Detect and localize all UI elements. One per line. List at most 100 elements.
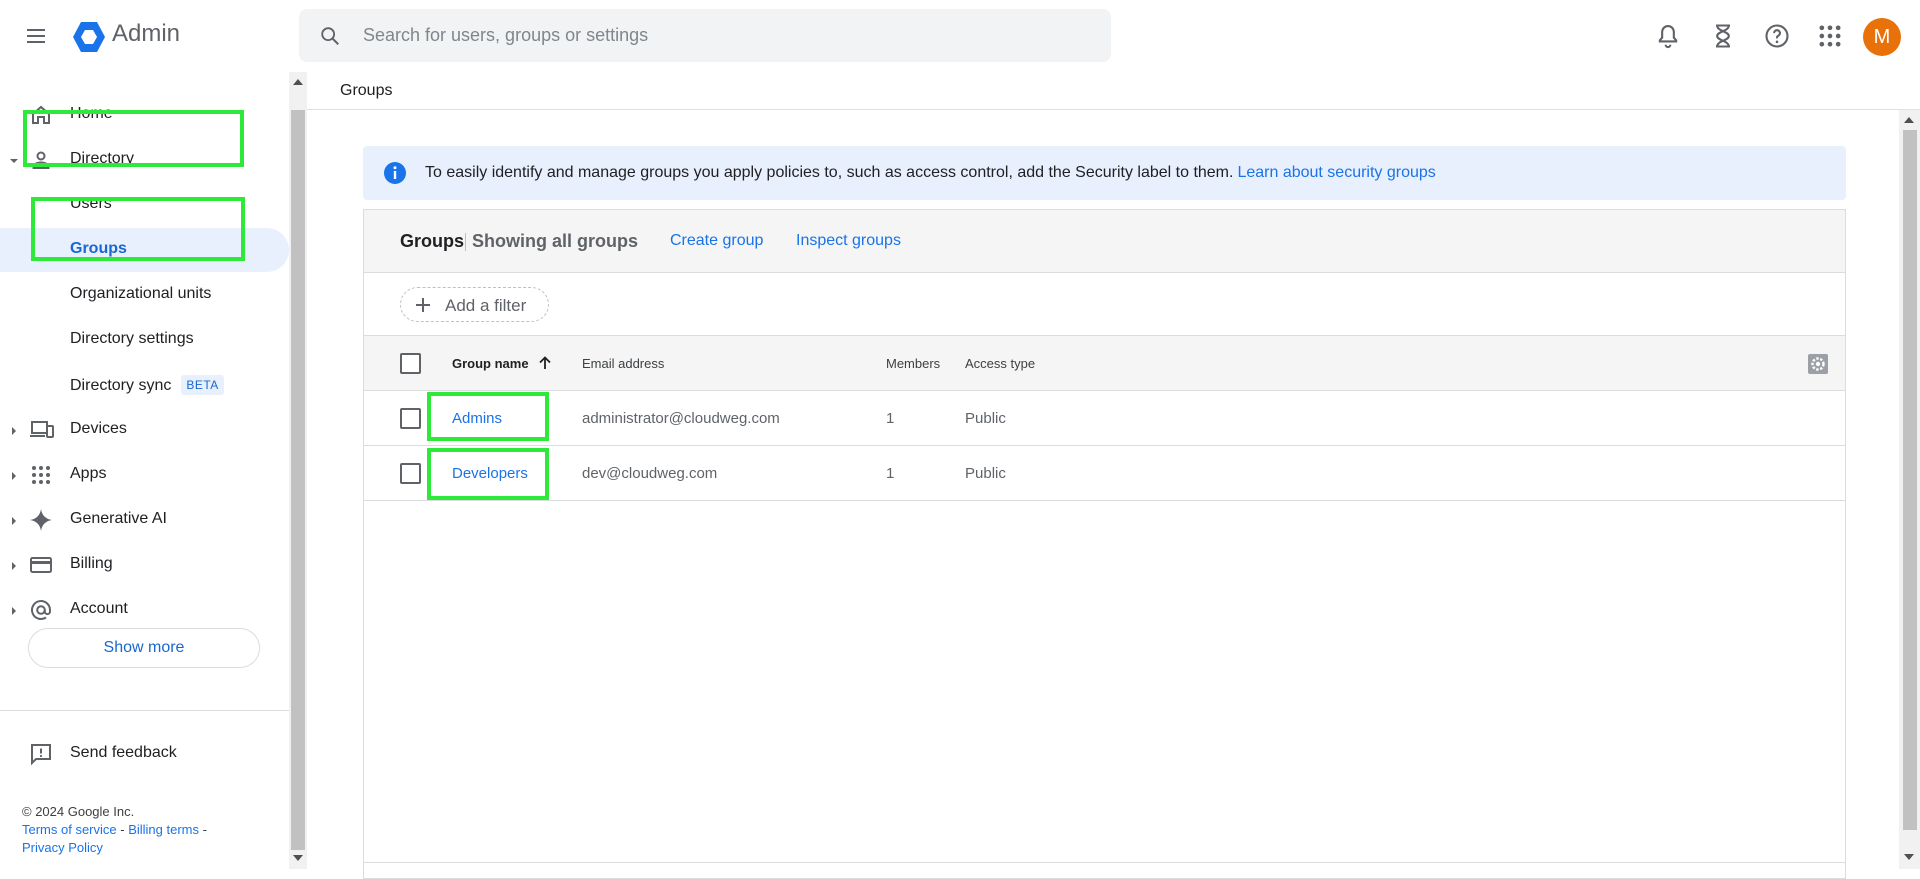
billing-terms-link[interactable]: Billing terms bbox=[128, 822, 199, 837]
caret-down-icon[interactable] bbox=[9, 156, 19, 166]
sidebar-item-label: Directory sync BETA bbox=[70, 375, 224, 395]
sidebar-item-billing[interactable]: Billing bbox=[0, 543, 289, 587]
notifications-icon[interactable] bbox=[1654, 22, 1682, 50]
sidebar-item-label: Organizational units bbox=[70, 285, 212, 302]
sidebar: Home Directory Users Groups Organization… bbox=[0, 72, 289, 869]
group-members: 1 bbox=[886, 465, 895, 482]
sidebar-item-label: Groups bbox=[70, 240, 127, 257]
sidebar-item-account[interactable]: Account bbox=[0, 588, 289, 632]
devices-icon bbox=[29, 418, 55, 442]
scroll-up-icon[interactable] bbox=[1904, 116, 1914, 124]
help-icon[interactable] bbox=[1763, 22, 1791, 50]
card-subtitle: Showing all groups bbox=[472, 231, 638, 251]
sidebar-item-label: Apps bbox=[70, 465, 107, 482]
sidebar-item-label: Account bbox=[70, 600, 128, 617]
column-header-members[interactable]: Members bbox=[886, 356, 940, 371]
info-text: To easily identify and manage groups you… bbox=[425, 164, 1436, 182]
group-email: administrator@cloudweg.com bbox=[582, 410, 780, 427]
scroll-thumb[interactable] bbox=[1903, 130, 1917, 830]
inspect-groups-button[interactable]: Inspect groups bbox=[796, 232, 901, 250]
learn-security-groups-link[interactable]: Learn about security groups bbox=[1237, 164, 1435, 181]
group-members: 1 bbox=[886, 410, 895, 427]
sidebar-item-label: Users bbox=[70, 195, 112, 212]
scroll-up-icon[interactable] bbox=[293, 78, 303, 86]
sidebar-item-organizational-units[interactable]: Organizational units bbox=[0, 273, 289, 317]
avatar[interactable]: M bbox=[1863, 18, 1901, 56]
scroll-down-icon[interactable] bbox=[1904, 853, 1914, 861]
show-more-button[interactable]: Show more bbox=[28, 628, 260, 668]
group-access-type: Public bbox=[965, 410, 1006, 427]
search-input[interactable] bbox=[363, 9, 1083, 62]
column-header-access-type[interactable]: Access type bbox=[965, 356, 1035, 371]
sparkle-icon bbox=[29, 508, 53, 532]
table-row[interactable]: Developers dev@cloudweg.com 1 Public bbox=[364, 446, 1845, 501]
column-header-group-name[interactable]: Group name bbox=[452, 356, 529, 371]
send-feedback-label: Send feedback bbox=[70, 744, 177, 761]
credit-card-icon bbox=[29, 553, 53, 577]
row-checkbox[interactable] bbox=[400, 463, 421, 484]
apps-icon bbox=[29, 463, 53, 487]
person-icon bbox=[29, 148, 53, 172]
add-filter-button[interactable]: Add a filter bbox=[400, 287, 549, 322]
card-footer-divider bbox=[364, 862, 1845, 863]
card-title: Groups bbox=[400, 231, 465, 251]
scroll-thumb[interactable] bbox=[291, 110, 305, 850]
select-all-checkbox[interactable] bbox=[400, 353, 421, 374]
table-header: Group name Email address Members Access … bbox=[364, 336, 1845, 391]
sidebar-item-users[interactable]: Users bbox=[0, 183, 289, 227]
sidebar-item-devices[interactable]: Devices bbox=[0, 408, 289, 452]
search-icon[interactable] bbox=[319, 25, 341, 47]
sidebar-item-apps[interactable]: Apps bbox=[0, 453, 289, 497]
sidebar-item-label: Devices bbox=[70, 420, 127, 437]
group-name-link[interactable]: Admins bbox=[452, 410, 502, 427]
column-header-email[interactable]: Email address bbox=[582, 356, 664, 371]
scroll-down-icon[interactable] bbox=[293, 854, 303, 862]
group-name-link[interactable]: Developers bbox=[452, 465, 528, 482]
admin-logo-icon[interactable] bbox=[72, 21, 106, 53]
header-divider bbox=[307, 109, 1920, 110]
group-access-type: Public bbox=[965, 465, 1006, 482]
sidebar-item-directory-settings[interactable]: Directory settings bbox=[0, 318, 289, 362]
sidebar-item-label: Billing bbox=[70, 555, 113, 572]
footer-legal: © 2024 Google Inc. Terms of service - Bi… bbox=[22, 803, 272, 857]
search-bar[interactable] bbox=[299, 9, 1111, 62]
add-filter-label: Add a filter bbox=[445, 296, 527, 315]
sidebar-item-groups[interactable]: Groups bbox=[0, 228, 289, 272]
caret-right-icon[interactable] bbox=[9, 426, 19, 436]
home-icon bbox=[29, 103, 53, 127]
menu-icon[interactable] bbox=[24, 24, 56, 48]
table-row[interactable]: Admins administrator@cloudweg.com 1 Publ… bbox=[364, 391, 1845, 446]
sidebar-item-directory[interactable]: Directory bbox=[0, 138, 289, 182]
apps-grid-icon[interactable] bbox=[1816, 22, 1844, 50]
sidebar-item-directory-sync[interactable]: Directory sync BETA bbox=[0, 363, 289, 407]
top-bar: Admin M bbox=[0, 0, 1920, 72]
main-content: Groups To easily identify and manage gro… bbox=[307, 72, 1920, 879]
caret-right-icon[interactable] bbox=[9, 471, 19, 481]
sidebar-item-label: Home bbox=[70, 105, 113, 122]
caret-right-icon[interactable] bbox=[9, 561, 19, 571]
terms-link[interactable]: Terms of service bbox=[22, 822, 117, 837]
sidebar-item-home[interactable]: Home bbox=[0, 93, 289, 137]
group-email: dev@cloudweg.com bbox=[582, 465, 718, 482]
app-title[interactable]: Admin bbox=[112, 20, 180, 48]
sort-ascending-icon[interactable] bbox=[538, 356, 552, 370]
title-separator bbox=[465, 233, 466, 251]
create-group-button[interactable]: Create group bbox=[670, 232, 763, 250]
card-header: Groups Showing all groups Create group I… bbox=[364, 210, 1845, 273]
caret-right-icon[interactable] bbox=[9, 606, 19, 616]
privacy-link[interactable]: Privacy Policy bbox=[22, 840, 103, 855]
caret-right-icon[interactable] bbox=[9, 516, 19, 526]
hourglass-icon[interactable] bbox=[1709, 22, 1737, 50]
sidebar-item-label: Directory settings bbox=[70, 330, 194, 347]
beta-badge: BETA bbox=[181, 375, 224, 395]
send-feedback-link[interactable]: Send feedback bbox=[0, 732, 289, 776]
sidebar-item-generative-ai[interactable]: Generative AI bbox=[0, 498, 289, 542]
row-checkbox[interactable] bbox=[400, 408, 421, 429]
info-message: To easily identify and manage groups you… bbox=[425, 164, 1234, 181]
column-settings-icon[interactable] bbox=[1807, 353, 1829, 375]
sidebar-scrollbar[interactable] bbox=[289, 72, 307, 869]
main-scrollbar[interactable] bbox=[1899, 110, 1920, 869]
sidebar-divider bbox=[0, 710, 289, 711]
at-sign-icon bbox=[29, 598, 53, 622]
filter-bar: Add a filter bbox=[364, 273, 1845, 336]
